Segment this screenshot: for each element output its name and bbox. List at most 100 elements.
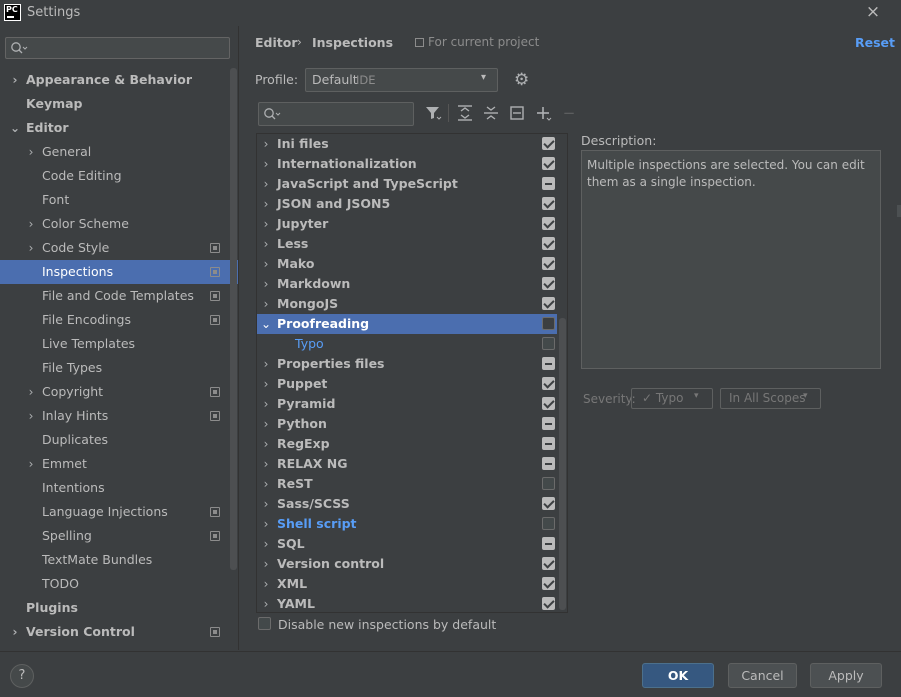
chevron-right-icon[interactable]: ›: [25, 140, 37, 164]
inspection-search-input[interactable]: [258, 102, 414, 126]
sidebar-item-inspections[interactable]: Inspections: [0, 260, 238, 284]
chevron-down-icon[interactable]: ⌄: [9, 116, 21, 140]
chevron-right-icon[interactable]: ›: [260, 574, 272, 594]
disable-new-inspections-label[interactable]: Disable new inspections by default: [278, 617, 496, 632]
inspection-checkbox[interactable]: [542, 357, 555, 370]
tree-row-less[interactable]: › Less: [257, 234, 557, 254]
sidebar-item-color-scheme[interactable]: › Color Scheme: [0, 212, 238, 236]
chevron-right-icon[interactable]: ›: [260, 534, 272, 554]
tree-row-python[interactable]: › Python: [257, 414, 557, 434]
sidebar-item-language-injections[interactable]: Language Injections: [0, 500, 238, 524]
sidebar-item-live-templates[interactable]: Live Templates: [0, 332, 238, 356]
reset-to-default-icon[interactable]: [508, 104, 526, 122]
sidebar-item-file-and-code-templates[interactable]: File and Code Templates: [0, 284, 238, 308]
inspection-checkbox[interactable]: [542, 557, 555, 570]
chevron-right-icon[interactable]: ›: [260, 274, 272, 294]
tree-row-markdown[interactable]: › Markdown: [257, 274, 557, 294]
sidebar-item-code-style[interactable]: › Code Style: [0, 236, 238, 260]
inspection-checkbox[interactable]: [542, 177, 555, 190]
chevron-right-icon[interactable]: ›: [25, 212, 37, 236]
tree-row-jupyter[interactable]: › Jupyter: [257, 214, 557, 234]
chevron-right-icon[interactable]: ›: [25, 452, 37, 476]
sidebar-item-file-types[interactable]: File Types: [0, 356, 238, 380]
inspection-checkbox[interactable]: [542, 597, 555, 610]
inspection-checkbox[interactable]: [542, 337, 555, 350]
chevron-right-icon[interactable]: ›: [260, 454, 272, 474]
inspection-checkbox[interactable]: [542, 517, 555, 530]
sidebar-item-editor[interactable]: ⌄ Editor: [0, 116, 238, 140]
add-icon[interactable]: [535, 104, 553, 122]
remove-icon[interactable]: −: [560, 104, 578, 122]
tree-row-properties-files[interactable]: › Properties files: [257, 354, 557, 374]
reset-link[interactable]: Reset: [855, 35, 895, 50]
tree-row-sass-scss[interactable]: › Sass/SCSS: [257, 494, 557, 514]
cancel-button[interactable]: Cancel: [728, 663, 797, 688]
chevron-right-icon[interactable]: ›: [260, 374, 272, 394]
inspection-checkbox[interactable]: [542, 317, 555, 330]
sidebar-item-inlay-hints[interactable]: › Inlay Hints: [0, 404, 238, 428]
expand-all-icon[interactable]: [456, 104, 474, 122]
tree-row-relax-ng[interactable]: › RELAX NG: [257, 454, 557, 474]
sidebar-item-version-control[interactable]: › Version Control: [0, 620, 238, 644]
inspection-checkbox[interactable]: [542, 437, 555, 450]
ok-button[interactable]: OK: [642, 663, 714, 688]
inspection-checkbox[interactable]: [542, 157, 555, 170]
tree-row-javascript-and-typescript[interactable]: › JavaScript and TypeScript: [257, 174, 557, 194]
chevron-right-icon[interactable]: ›: [260, 234, 272, 254]
tree-scrollbar[interactable]: [559, 318, 566, 610]
sidebar-item-general[interactable]: › General: [0, 140, 238, 164]
sidebar-item-font[interactable]: Font: [0, 188, 238, 212]
tree-row-ini-files[interactable]: › Ini files: [257, 134, 557, 154]
inspection-checkbox[interactable]: [542, 217, 555, 230]
sidebar-item-appearance-behavior[interactable]: › Appearance & Behavior: [0, 68, 238, 92]
chevron-down-icon[interactable]: ⌄: [260, 314, 272, 334]
chevron-right-icon[interactable]: ›: [260, 474, 272, 494]
chevron-right-icon[interactable]: ›: [260, 174, 272, 194]
chevron-right-icon[interactable]: ›: [260, 554, 272, 574]
sidebar-item-file-encodings[interactable]: File Encodings: [0, 308, 238, 332]
breadcrumb-editor[interactable]: Editor: [255, 35, 298, 50]
settings-search-input[interactable]: [5, 37, 230, 59]
chevron-right-icon[interactable]: ›: [260, 194, 272, 214]
inspection-checkbox[interactable]: [542, 197, 555, 210]
tree-row-sql[interactable]: › SQL: [257, 534, 557, 554]
tree-row-xml[interactable]: › XML: [257, 574, 557, 594]
sidebar-item-plugins[interactable]: Plugins: [0, 596, 238, 620]
tree-row-regexp[interactable]: › RegExp: [257, 434, 557, 454]
chevron-right-icon[interactable]: ›: [9, 620, 21, 644]
chevron-right-icon[interactable]: ›: [260, 134, 272, 154]
chevron-right-icon[interactable]: ›: [25, 380, 37, 404]
sidebar-item-code-editing[interactable]: Code Editing: [0, 164, 238, 188]
close-icon[interactable]: ×: [864, 2, 882, 22]
inspection-checkbox[interactable]: [542, 277, 555, 290]
chevron-right-icon[interactable]: ›: [25, 404, 37, 428]
inspection-checkbox[interactable]: [542, 417, 555, 430]
chevron-right-icon[interactable]: ›: [260, 214, 272, 234]
inspection-checkbox[interactable]: [542, 537, 555, 550]
tree-row-yaml[interactable]: › YAML: [257, 594, 557, 614]
tree-row-version-control[interactable]: › Version control: [257, 554, 557, 574]
chevron-right-icon[interactable]: ›: [260, 254, 272, 274]
inspection-checkbox[interactable]: [542, 397, 555, 410]
inspection-checkbox[interactable]: [542, 457, 555, 470]
inspection-checkbox[interactable]: [542, 577, 555, 590]
inspection-checkbox[interactable]: [542, 497, 555, 510]
filter-icon[interactable]: [424, 104, 442, 122]
sidebar-item-copyright[interactable]: › Copyright: [0, 380, 238, 404]
tree-row-mako[interactable]: › Mako: [257, 254, 557, 274]
pane-divider[interactable]: [238, 26, 239, 650]
inspection-checkbox[interactable]: [542, 137, 555, 150]
collapse-all-icon[interactable]: [482, 104, 500, 122]
help-button[interactable]: ?: [10, 664, 34, 688]
tree-row-mongojs[interactable]: › MongoJS: [257, 294, 557, 314]
sidebar-item-todo[interactable]: TODO: [0, 572, 238, 596]
tree-row-shell-script[interactable]: › Shell script: [257, 514, 557, 534]
chevron-right-icon[interactable]: ›: [260, 434, 272, 454]
disable-new-inspections-checkbox[interactable]: [258, 617, 271, 630]
chevron-right-icon[interactable]: ›: [9, 68, 21, 92]
tree-row-rest[interactable]: › ReST: [257, 474, 557, 494]
tree-row-proofreading[interactable]: ⌄ Proofreading: [257, 314, 557, 334]
sidebar-item-intentions[interactable]: Intentions: [0, 476, 238, 500]
sidebar-item-keymap[interactable]: Keymap: [0, 92, 238, 116]
tree-row-json-and-json5[interactable]: › JSON and JSON5: [257, 194, 557, 214]
